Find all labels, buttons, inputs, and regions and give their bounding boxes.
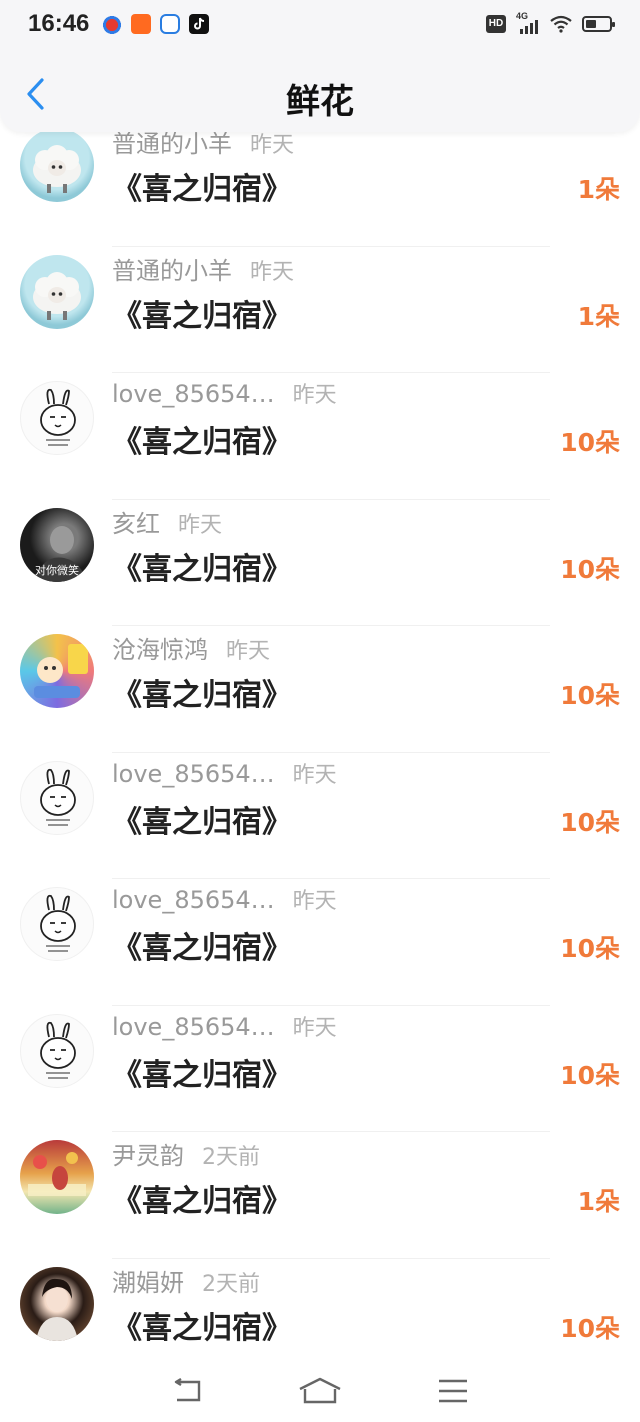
item-meta: love_85654… 昨天 — [112, 883, 337, 915]
user-name[interactable]: 沧海惊鸿 — [112, 630, 208, 665]
work-title[interactable]: 《喜之归宿》 — [112, 291, 292, 335]
header-bar: 鲜花 — [0, 50, 640, 132]
user-name[interactable]: love_85654… — [112, 1013, 275, 1041]
app-grid-icon — [131, 14, 151, 34]
list-item[interactable]: love_85654… 昨天 《喜之归宿》 10朵 — [0, 373, 640, 500]
time-ago: 昨天 — [226, 639, 271, 664]
work-title[interactable]: 《喜之归宿》 — [112, 1176, 292, 1220]
cloud-drive-icon — [160, 14, 180, 34]
page-title: 鲜花 — [286, 82, 354, 122]
menu-nav-icon — [439, 1379, 468, 1403]
work-title[interactable]: 《喜之归宿》 — [112, 417, 292, 461]
list-item[interactable]: love_85654… 昨天 《喜之归宿》 10朵 — [0, 879, 640, 1006]
bunny-avatar[interactable] — [20, 760, 94, 835]
work-title[interactable]: 《喜之归宿》 — [112, 1050, 292, 1094]
sheep-avatar[interactable] — [20, 128, 94, 202]
work-title[interactable]: 《喜之归宿》 — [112, 164, 292, 208]
list-item[interactable]: 普通的小羊 昨天 《喜之归宿》 1朵 — [0, 247, 640, 373]
list-item[interactable]: love_85654… 昨天 《喜之归宿》 10朵 — [0, 1006, 640, 1132]
menu-nav-button[interactable] — [431, 1373, 475, 1409]
work-title[interactable]: 《喜之归宿》 — [112, 670, 292, 714]
time-ago: 昨天 — [292, 889, 337, 914]
time-ago: 2天前 — [202, 1145, 260, 1170]
status-bar: 16:46 HD 4G — [0, 0, 640, 50]
item-meta: 潮娟妍 2天前 — [112, 1263, 260, 1298]
list-item[interactable]: 沧海惊鸿 昨天 《喜之归宿》 10朵 — [0, 626, 640, 753]
flower-gift-list: 普通的小羊 昨天 《喜之归宿》 1朵 普通的小羊 昨天 《喜之归宿》 1朵 lo… — [0, 120, 640, 1385]
tiktok-icon — [189, 14, 209, 34]
home-nav-button[interactable] — [298, 1373, 342, 1409]
flower-count: 10朵 — [560, 807, 620, 837]
time-ago: 2天前 — [202, 1271, 260, 1297]
network-type: 4G — [516, 11, 529, 21]
system-icons: HD 4G — [486, 11, 615, 34]
time-ago: 昨天 — [292, 1015, 337, 1041]
list-item[interactable]: love_85654… 昨天 《喜之归宿》 10朵 — [0, 753, 640, 879]
list-item[interactable]: 对你微笑 亥红 昨天 《喜之归宿》 10朵 — [0, 500, 640, 626]
flower-count: 10朵 — [560, 1313, 620, 1343]
item-meta: love_85654… 昨天 — [112, 1010, 337, 1042]
user-name[interactable]: 潮娟妍 — [112, 1263, 184, 1298]
portrait-avatar[interactable] — [20, 1266, 94, 1341]
time-ago: 昨天 — [178, 512, 223, 538]
back-nav-icon — [174, 1378, 200, 1402]
user-name[interactable]: 普通的小羊 — [112, 251, 232, 286]
item-meta: love_85654… 昨天 — [112, 757, 337, 789]
work-title[interactable]: 《喜之归宿》 — [112, 544, 292, 588]
item-meta: 沧海惊鸿 昨天 — [112, 630, 270, 665]
flower-count: 1朵 — [577, 175, 620, 204]
weibo-icon — [102, 14, 122, 34]
user-name[interactable]: love_85654… — [112, 380, 275, 408]
flower-count: 1朵 — [577, 1187, 620, 1216]
signal-icon: 4G — [516, 11, 540, 34]
bunny-avatar[interactable] — [20, 381, 94, 455]
time-ago: 昨天 — [292, 383, 337, 408]
sheep-avatar[interactable] — [20, 254, 94, 329]
status-time: 16:46 — [28, 10, 90, 37]
work-title[interactable]: 《喜之归宿》 — [112, 797, 292, 841]
item-meta: 亥红 昨天 — [112, 504, 222, 539]
time-ago: 昨天 — [292, 762, 337, 788]
photo-avatar[interactable]: 对你微笑 — [20, 507, 94, 582]
bunny-avatar[interactable] — [20, 887, 94, 961]
flower-count: 10朵 — [560, 681, 620, 710]
floral-avatar[interactable] — [20, 1140, 94, 1214]
avatar-caption: 对你微笑 — [35, 563, 79, 577]
list-item[interactable]: 普通的小羊 昨天 《喜之归宿》 1朵 — [0, 120, 640, 247]
battery-level — [586, 20, 596, 28]
notification-icons — [102, 14, 209, 34]
flower-count: 10朵 — [560, 554, 620, 584]
user-name[interactable]: love_85654… — [112, 886, 275, 914]
item-meta: 普通的小羊 昨天 — [112, 251, 294, 286]
user-name[interactable]: 尹灵韵 — [112, 1136, 184, 1171]
time-ago: 昨天 — [250, 259, 295, 285]
wifi-icon — [550, 15, 572, 33]
bunny-avatar[interactable] — [20, 1013, 94, 1088]
list-item[interactable]: 尹灵韵 2天前 《喜之归宿》 1朵 — [0, 1132, 640, 1259]
item-meta: 尹灵韵 2天前 — [112, 1136, 260, 1171]
home-nav-icon — [299, 1377, 341, 1404]
flower-count: 10朵 — [560, 428, 620, 457]
flower-count: 10朵 — [560, 934, 620, 963]
item-meta: love_85654… 昨天 — [112, 377, 337, 409]
work-title[interactable]: 《喜之归宿》 — [112, 1303, 292, 1347]
hd-badge: HD — [486, 15, 506, 33]
flower-count: 1朵 — [577, 301, 620, 331]
back-nav-button[interactable] — [165, 1373, 209, 1409]
system-nav-bar — [0, 1360, 640, 1422]
flower-count: 10朵 — [560, 1060, 620, 1090]
work-title[interactable]: 《喜之归宿》 — [112, 923, 292, 967]
cartoon-avatar[interactable] — [20, 634, 94, 708]
user-name[interactable]: love_85654… — [112, 760, 275, 788]
user-name[interactable]: 亥红 — [112, 504, 160, 539]
screen: 16:46 HD 4G 鲜花 普通的小羊 昨天 《喜之归宿》 1朵 普通的小羊 … — [0, 0, 640, 1422]
battery-icon — [582, 16, 615, 32]
